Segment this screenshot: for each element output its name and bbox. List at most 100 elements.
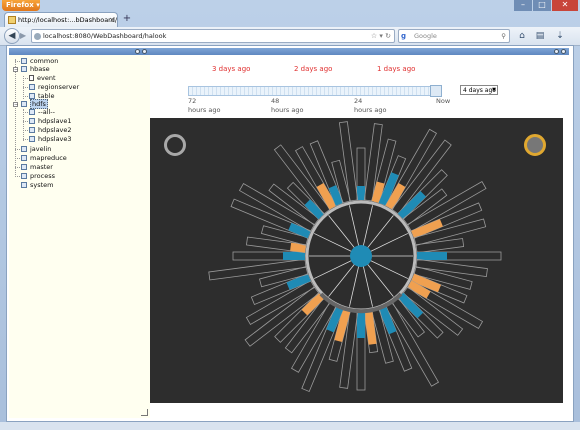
folder-icon [21,182,27,188]
tree-node-master[interactable]: master [21,163,53,172]
dropdown-arrow-icon[interactable]: ▾ [379,32,383,40]
tree-node-all[interactable]: --all-- [29,108,55,117]
main-panel-header [150,48,569,55]
maximize-icon[interactable]: □ [533,0,551,11]
home-icon[interactable]: ⌂ [515,30,529,42]
folder-icon [21,173,27,179]
visualization-canvas [150,118,563,403]
bookmarks-menu-icon[interactable]: ▤ [533,30,547,42]
radial-bar-outline [415,238,465,254]
new-tab-icon: + [122,13,132,24]
tree-node-regionserver[interactable]: regionserver [29,83,79,92]
axis-label-now: Now [436,97,450,106]
axis-number: Now [436,97,451,105]
tree-node-label: hdpslave3 [38,135,72,143]
forward-button[interactable]: ▶ [20,31,30,41]
minimize-icon[interactable]: – [514,0,532,11]
tree-node-label: hdpslave1 [38,117,72,125]
page-favicon-icon [8,16,16,24]
axis-unit: hours ago [188,106,221,114]
tree-node-label: system [30,181,54,189]
folder-icon [29,136,35,142]
search-box[interactable]: g Google ⚲ [398,29,510,43]
time-range-slider[interactable] [188,86,440,96]
time-range-select[interactable]: 4 days ago ▼ [460,85,498,95]
tree-node-mapreduce[interactable]: mapreduce [21,154,67,163]
site-identity-icon[interactable] [34,33,41,40]
timeline-marker: 3 days ago [212,65,251,73]
url-text: localhost:8080/WebDashboard/halook [43,32,167,40]
tree-node-label: common [30,57,59,65]
main-panel-close-icon[interactable] [561,49,566,54]
tree-node-label: javelin [30,145,52,153]
bookmark-star-icon[interactable]: ☆ [371,32,377,40]
tree-node-event[interactable]: event [29,74,56,83]
folder-icon [21,66,27,72]
tree-node-system[interactable]: system [21,181,54,190]
close-window-icon[interactable]: ✕ [552,0,578,11]
folder-icon [29,84,35,90]
close-tab-icon[interactable]: × [109,13,115,27]
time-slider-handle[interactable] [430,85,442,97]
radial-bar-outline [208,258,307,281]
tree-node-label: --all-- [38,108,55,116]
radial-bar-fill [357,186,365,200]
tree-node-label: process [30,172,55,180]
timeline-marker: 2 days ago [294,65,333,73]
axis-label-72h: 72 hours ago [188,97,220,115]
radial-bar-outline [238,182,316,233]
radial-bar-fill [283,252,305,260]
tree-node-label: regionserver [38,83,80,91]
tree-node-hdpslave1[interactable]: hdpslave1 [29,117,72,126]
radial-chart [208,121,502,393]
tree-panel-close-icon[interactable] [142,49,147,54]
browser-window: Firefox ▾ – □ ✕ http://localhost:...bDas… [0,0,580,430]
new-tab-button[interactable]: + [121,13,133,25]
axis-label-48h: 48 hours ago [271,97,303,115]
radial-bar-fill [357,312,365,338]
axis-label-24h: 24 hours ago [354,97,386,115]
tree-node-label: event [37,74,56,82]
radial-bar-outline [391,139,452,215]
time-range-value: 4 days ago [463,87,496,94]
search-placeholder: Google [414,32,437,40]
tree-resize-grip-icon[interactable] [141,409,148,416]
tree-node-javelin[interactable]: javelin [21,145,51,154]
reload-icon[interactable]: ↻ [385,32,391,40]
main-panel-collapse-icon[interactable] [554,49,559,54]
tree-node-hdpslave2[interactable]: hdpslave2 [29,126,72,135]
radial-bar-outline [244,286,320,347]
downloads-icon[interactable]: ⇣ [553,30,567,42]
folder-icon [29,118,35,124]
collapse-hbase-icon[interactable]: − [13,67,18,73]
tree-node-hdpslave3[interactable]: hdpslave3 [29,135,72,144]
tree-panel-collapse-icon[interactable] [135,49,140,54]
folder-icon [21,146,27,152]
tree-panel-header [9,48,150,55]
axis-number: 48 [271,97,280,105]
file-icon [29,75,34,81]
chevron-down-icon: ▼ [492,87,496,93]
google-search-engine-icon[interactable]: g [401,32,410,41]
axis-number: 72 [188,97,197,105]
timeline-marker: 1 days ago [377,65,416,73]
back-button[interactable]: ◀ [4,28,20,44]
firefox-menu-label: Firefox [6,1,34,9]
axis-number: 24 [354,97,363,105]
folder-icon [21,101,27,107]
tree-node-hbase[interactable]: hbase [21,65,50,74]
resource-tree: common − hbase event regionserver table … [9,55,151,418]
collapse-hdfs-icon[interactable]: − [13,102,18,108]
search-magnifier-icon[interactable]: ⚲ [501,30,506,43]
tree-node-process[interactable]: process [21,172,55,181]
center-node [350,245,372,267]
address-bar[interactable]: localhost:8080/WebDashboard/halook ☆ ▾ ↻ [31,29,395,43]
folder-icon [21,164,27,170]
navigation-toolbar: ◀ ▶ localhost:8080/WebDashboard/halook ☆… [0,27,580,46]
firefox-menu-button[interactable]: Firefox ▾ [2,0,40,11]
tree-node-label: mapreduce [30,154,67,162]
folder-icon [21,155,27,161]
browser-tab[interactable]: http://localhost:...bDashboard/halook × [4,12,118,27]
tree-node-label: hdpslave2 [38,126,72,134]
radial-bar-fill [397,190,427,220]
